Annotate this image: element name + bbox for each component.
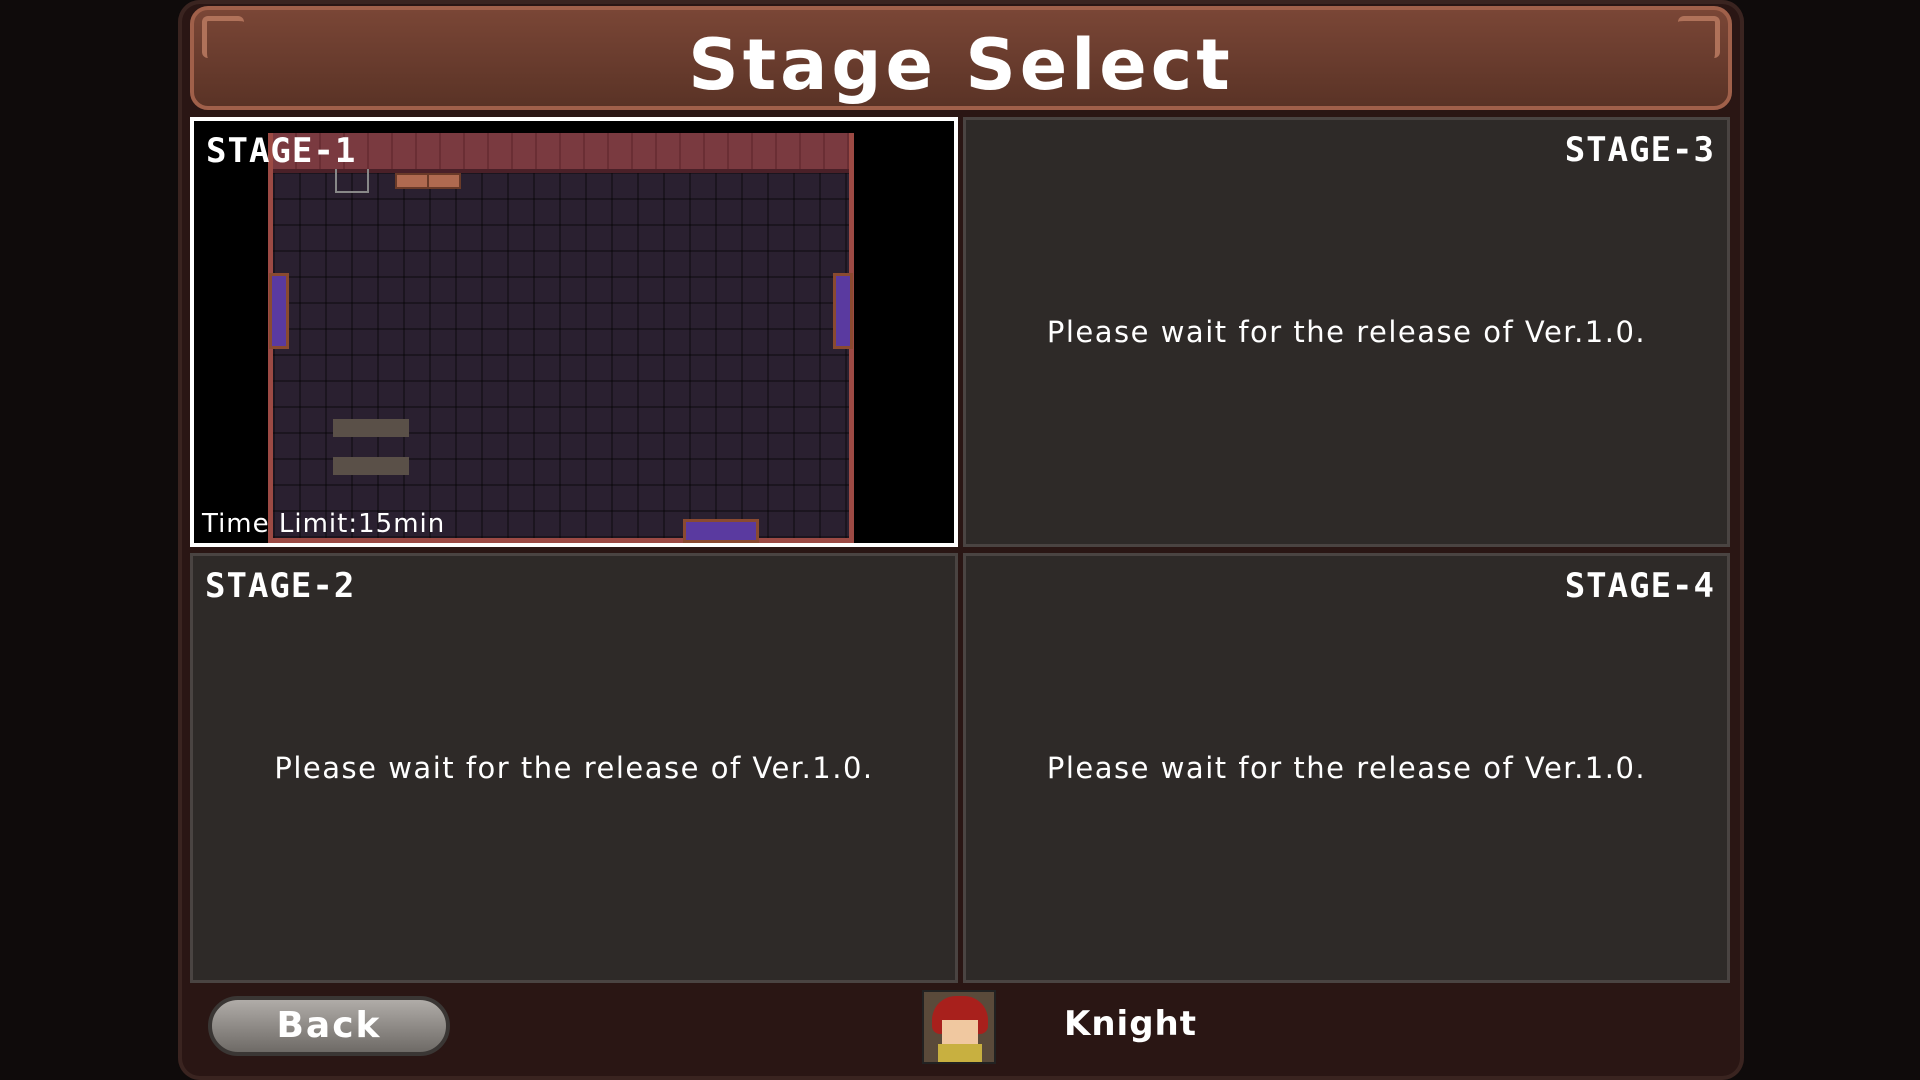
cage-icon [335,169,369,193]
stage-2-wait-message: Please wait for the release of Ver.1.0. [274,751,874,785]
rug-icon [333,419,409,437]
stage-4-label: STAGE-4 [1564,566,1715,606]
avatar-body [938,1044,982,1062]
stage-2-label: STAGE-2 [205,566,356,606]
door-south-icon [683,519,759,543]
map-wall [273,133,849,173]
stage-4-panel[interactable]: STAGE-4 Please wait for the release of V… [963,553,1730,983]
stage-4-wait-message: Please wait for the release of Ver.1.0. [1046,751,1647,785]
title-bar: Stage Select [190,6,1732,110]
door-west-icon [269,273,289,349]
stage-1-label: STAGE-1 [206,131,357,171]
stage-3-label: STAGE-3 [1564,130,1715,170]
stage-3-panel[interactable]: STAGE-3 Please wait for the release of V… [963,117,1730,547]
rug-icon [333,457,409,475]
character-name: Knight [1064,1004,1198,1044]
footer-bar: Back Knight [190,984,1732,1064]
stage-1-panel[interactable]: STAGE-1 Time Limit:15min [190,117,958,547]
knight-portrait-icon [922,990,996,1064]
back-button[interactable]: Back [208,996,450,1056]
avatar-face [942,1020,978,1044]
stage-2-panel[interactable]: STAGE-2 Please wait for the release of V… [190,553,958,983]
door-east-icon [833,273,853,349]
stage-1-map-preview [268,133,854,543]
crate-icon [427,173,461,189]
page-title: Stage Select [688,24,1234,106]
crate-icon [395,173,429,189]
stage-1-time-limit: Time Limit:15min [202,509,446,539]
stage-3-wait-message: Please wait for the release of Ver.1.0. [1046,315,1647,349]
